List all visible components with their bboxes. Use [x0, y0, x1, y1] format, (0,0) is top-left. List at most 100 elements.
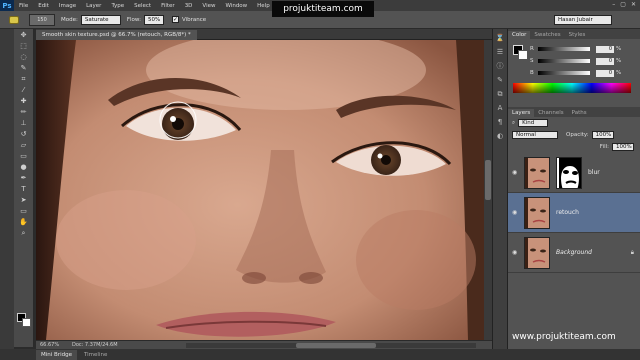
canvas[interactable]: [36, 40, 484, 340]
fill-label: Fill:: [599, 144, 609, 150]
marquee-tool-icon[interactable]: ⬚: [16, 41, 32, 51]
opacity-input[interactable]: 100%: [591, 131, 614, 139]
horizontal-scrollbar[interactable]: [186, 343, 476, 348]
layer-row-blur[interactable]: ◉ blur: [508, 153, 640, 193]
layer-row-retouch[interactable]: ◉ retouch: [508, 193, 640, 233]
tab-channels[interactable]: Channels: [534, 109, 567, 117]
tab-paths[interactable]: Paths: [568, 109, 591, 117]
layer-row-background[interactable]: ◉ Background 🔒︎: [508, 233, 640, 273]
type-tool-icon[interactable]: T: [16, 184, 32, 194]
pen-tool-icon[interactable]: ✒: [16, 173, 32, 183]
maximize-icon[interactable]: ▢: [620, 1, 626, 8]
crop-tool-icon[interactable]: ⌗: [16, 74, 32, 84]
color-slider[interactable]: [538, 71, 590, 75]
tab-layers[interactable]: Layers: [508, 109, 535, 117]
tab-color[interactable]: Color: [508, 31, 531, 39]
color-value-input[interactable]: 0: [596, 45, 614, 53]
vibrance-checkbox[interactable]: ✓: [171, 16, 179, 23]
brush-tool-icon[interactable]: ✏: [16, 107, 32, 117]
color-row-b: B 0 %: [530, 69, 634, 77]
hand-tool-icon[interactable]: ✋: [16, 217, 32, 227]
healing-tool-icon[interactable]: ✚: [16, 96, 32, 106]
eye-icon[interactable]: ◉: [512, 249, 522, 256]
eye-icon[interactable]: ◉: [512, 169, 522, 176]
adjustments-panel-icon[interactable]: ◐: [494, 131, 506, 141]
menu-filter[interactable]: Filter: [156, 3, 180, 9]
path-select-tool-icon[interactable]: ➤: [16, 195, 32, 205]
color-value-input[interactable]: 0: [596, 69, 614, 77]
blend-mode-select[interactable]: Normal: [512, 131, 558, 139]
menu-type[interactable]: Type: [106, 3, 129, 9]
layer-blend-row: Normal Opacity: 100%: [508, 129, 640, 141]
document-tab-bar: Smooth skin texture.psd @ 66.7% (retouch…: [36, 29, 492, 40]
layer-name[interactable]: blur: [588, 169, 600, 176]
menu-layer[interactable]: Layer: [81, 3, 106, 9]
menu-file[interactable]: File: [14, 3, 33, 9]
paragraph-panel-icon[interactable]: ¶: [494, 117, 506, 127]
menu-image[interactable]: Image: [54, 3, 81, 9]
zoom-tool-icon[interactable]: ⌕: [16, 228, 32, 238]
move-tool-icon[interactable]: ✥: [16, 30, 32, 40]
photoshop-logo: Ps: [0, 0, 14, 11]
color-value-input[interactable]: 0: [596, 57, 614, 65]
history-panel-icon[interactable]: ⌛: [494, 33, 506, 43]
eye-icon[interactable]: ◉: [512, 209, 522, 216]
color-slider[interactable]: [538, 47, 590, 51]
tab-timeline[interactable]: Timeline: [79, 350, 112, 360]
foreground-background-swatches[interactable]: [17, 313, 31, 327]
layer-name[interactable]: Background: [556, 249, 592, 256]
info-panel-icon[interactable]: ⓘ: [494, 61, 506, 71]
menu-select[interactable]: Select: [129, 3, 156, 9]
color-panel-background-swatch[interactable]: [518, 50, 528, 60]
left-dock-strip: [0, 29, 14, 360]
tab-swatches[interactable]: Swatches: [530, 31, 564, 39]
close-icon[interactable]: ✕: [631, 1, 636, 8]
vibrance-label: Vibrance: [181, 16, 207, 23]
workspace-select[interactable]: Hasan Jubair: [554, 15, 612, 25]
document-size: Doc: 7.37M/24.6M: [72, 342, 118, 348]
zoom-level[interactable]: 66.67%: [40, 342, 62, 348]
history-brush-tool-icon[interactable]: ↺: [16, 129, 32, 139]
horizontal-scroll-thumb[interactable]: [296, 343, 376, 348]
mode-label: Mode:: [61, 16, 78, 23]
eyedropper-tool-icon[interactable]: ⁄: [16, 85, 32, 95]
color-unit: %: [616, 70, 622, 76]
layer-kind-select[interactable]: Kind: [518, 119, 549, 127]
menu-window[interactable]: Window: [220, 3, 252, 9]
lock-icon: 🔒︎: [630, 249, 634, 256]
eraser-tool-icon[interactable]: ▱: [16, 140, 32, 150]
clone-stamp-tool-icon[interactable]: ⊥: [16, 118, 32, 128]
properties-panel-icon[interactable]: ☰: [494, 47, 506, 57]
menu-3d[interactable]: 3D: [180, 3, 198, 9]
layer-name[interactable]: retouch: [556, 209, 579, 216]
fill-input[interactable]: 100%: [612, 143, 634, 151]
vertical-scroll-thumb[interactable]: [485, 160, 491, 200]
menu-view[interactable]: View: [197, 3, 220, 9]
vertical-scrollbar[interactable]: [484, 40, 492, 340]
lasso-tool-icon[interactable]: ◌: [16, 52, 32, 62]
color-spectrum[interactable]: [513, 83, 631, 93]
layer-filter-row: ⌕ Kind: [508, 117, 640, 129]
panel-icon-column: ⌛ ☰ ⓘ ✎ ⧉ A ¶ ◐: [492, 29, 508, 349]
gradient-tool-icon[interactable]: ▭: [16, 151, 32, 161]
character-panel-icon[interactable]: A: [494, 103, 506, 113]
brush-panel-icon[interactable]: ✎: [494, 75, 506, 85]
mode-select[interactable]: Saturate: [80, 14, 121, 25]
background-color-swatch[interactable]: [22, 318, 31, 327]
flow-label: Flow:: [126, 16, 141, 23]
quick-select-tool-icon[interactable]: ✎: [16, 63, 32, 73]
color-slider[interactable]: [538, 59, 590, 63]
document-tab[interactable]: Smooth skin texture.psd @ 66.7% (retouch…: [36, 30, 197, 40]
minimize-icon[interactable]: –: [612, 1, 615, 8]
clone-source-panel-icon[interactable]: ⧉: [494, 89, 506, 99]
flow-input[interactable]: 50%: [143, 14, 164, 25]
shape-tool-icon[interactable]: ▭: [16, 206, 32, 216]
portrait-photo: [36, 40, 484, 340]
tab-styles[interactable]: Styles: [565, 31, 590, 39]
menu-edit[interactable]: Edit: [33, 3, 54, 9]
layer-mask-thumbnail[interactable]: [556, 156, 582, 189]
tab-mini-bridge[interactable]: Mini Bridge: [36, 349, 77, 360]
sponge-tool-preset[interactable]: [3, 13, 25, 27]
sponge-tool-icon[interactable]: ●: [16, 162, 32, 172]
brush-size-picker[interactable]: 150: [29, 13, 55, 26]
